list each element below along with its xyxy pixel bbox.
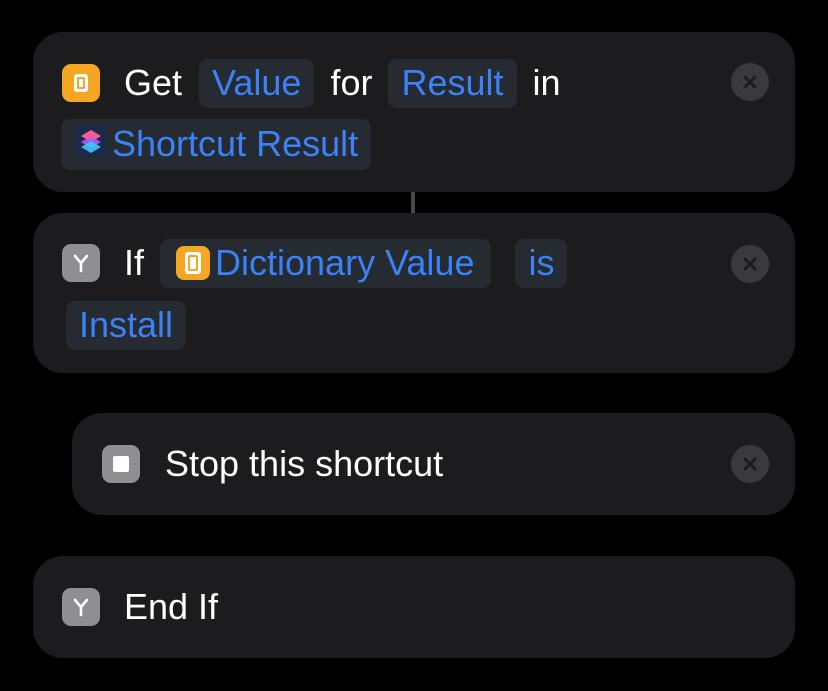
remove-action-button[interactable] bbox=[731, 445, 769, 483]
branch-icon bbox=[62, 588, 100, 626]
stop-label: Stop this shortcut bbox=[165, 443, 444, 484]
get-dictionary-value-action[interactable]: Get Value for Result in Shortcut Result bbox=[33, 32, 795, 192]
shortcut-result-variable[interactable]: Shortcut Result bbox=[61, 118, 372, 170]
dictionary-icon bbox=[62, 64, 100, 102]
stop-shortcut-action[interactable]: Stop this shortcut bbox=[72, 413, 795, 515]
compare-value-parameter[interactable]: Install bbox=[66, 300, 187, 350]
close-icon bbox=[743, 75, 757, 89]
remove-action-button[interactable] bbox=[731, 245, 769, 283]
close-icon bbox=[743, 457, 757, 471]
if-action[interactable]: If Dictionary Value is Install bbox=[33, 213, 795, 373]
for-keyword: for bbox=[330, 62, 373, 103]
dictionary-value-variable[interactable]: Dictionary Value bbox=[160, 238, 492, 288]
end-if-action[interactable]: End If bbox=[33, 556, 795, 658]
stop-icon bbox=[102, 445, 140, 483]
value-parameter[interactable]: Value bbox=[199, 58, 315, 108]
dictionary-icon bbox=[176, 245, 211, 280]
shortcut-result-label: Shortcut Result bbox=[112, 122, 359, 164]
dictionary-value-label: Dictionary Value bbox=[215, 241, 475, 283]
close-icon bbox=[743, 257, 757, 271]
in-keyword: in bbox=[532, 62, 561, 103]
key-parameter[interactable]: Result bbox=[388, 58, 517, 108]
get-keyword: Get bbox=[124, 62, 183, 103]
condition-parameter[interactable]: is bbox=[515, 238, 568, 288]
end-if-label: End If bbox=[124, 586, 219, 627]
action-connector bbox=[411, 192, 415, 213]
branch-icon bbox=[62, 244, 100, 282]
remove-action-button[interactable] bbox=[731, 63, 769, 101]
shortcuts-app-icon bbox=[75, 124, 107, 163]
if-keyword: If bbox=[124, 242, 145, 283]
